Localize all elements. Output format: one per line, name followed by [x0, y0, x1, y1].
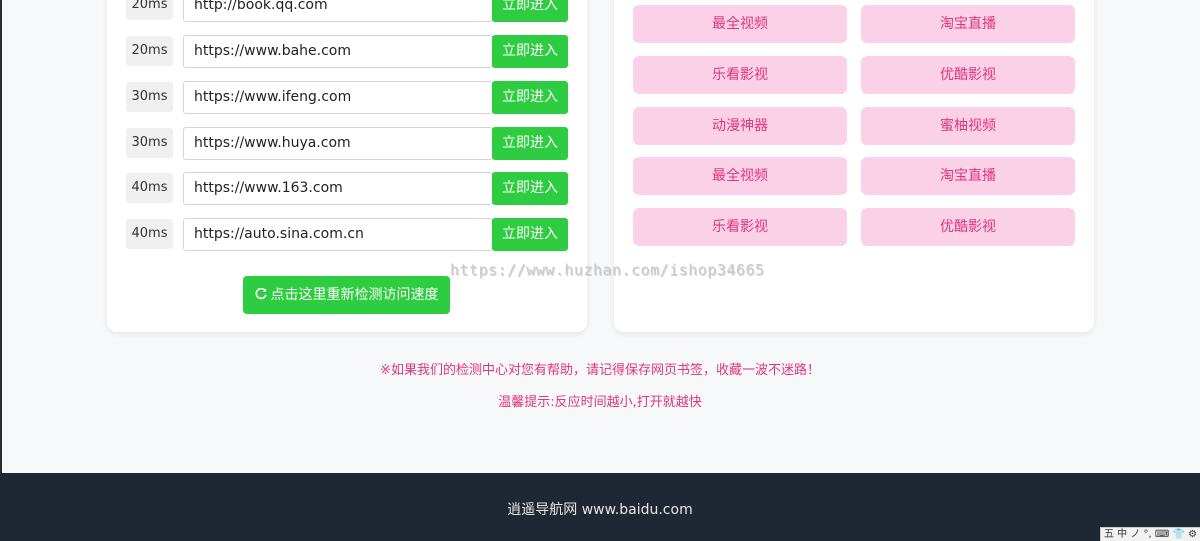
latency-badge: 40ms	[126, 173, 173, 203]
latency-badge: 30ms	[126, 128, 173, 158]
enter-button[interactable]: 立即进入	[492, 81, 568, 114]
recheck-speed-button[interactable]: 点击这里重新检测访问速度	[243, 276, 450, 314]
speed-row: 40ms https://auto.sina.com.cn 立即进入	[126, 218, 568, 251]
speed-row: 30ms https://www.huya.com 立即进入	[126, 127, 568, 160]
speed-row: 30ms https://www.ifeng.com 立即进入	[126, 81, 568, 114]
bookmark-tip: ※如果我们的检测中心对您有帮助，请记得保存网页书签，收藏一波不迷路！	[380, 363, 820, 378]
quick-link-button[interactable]: 淘宝直播	[861, 5, 1075, 43]
refresh-icon	[254, 276, 267, 314]
quick-link-button[interactable]: 最全视频	[633, 5, 847, 43]
latency-badge: 20ms	[126, 0, 173, 20]
watermark-text: https://www.huzhan.com/ishop34665	[450, 261, 765, 279]
quick-link-button[interactable]: 最全视频	[633, 157, 847, 195]
quick-link-button[interactable]: 乐看影视	[633, 208, 847, 246]
url-field[interactable]: http://book.qq.com	[183, 0, 493, 22]
footer: 逍遥导航网 www.baidu.com	[0, 473, 1200, 541]
speed-tip: 温馨提示:反应时间越小,打开就越快	[498, 395, 702, 410]
quick-link-button[interactable]: 淘宝直播	[861, 157, 1075, 195]
recheck-label: 点击这里重新检测访问速度	[270, 287, 439, 303]
url-field[interactable]: https://www.bahe.com	[183, 35, 493, 68]
quick-link-button[interactable]: 乐看影视	[633, 56, 847, 94]
speed-row: 20ms http://book.qq.com 立即进入	[126, 0, 568, 22]
enter-button[interactable]: 立即进入	[492, 218, 568, 251]
enter-button[interactable]: 立即进入	[492, 172, 568, 205]
speed-row: 40ms https://www.163.com 立即进入	[126, 172, 568, 205]
quick-link-button[interactable]: 优酷影视	[861, 208, 1075, 246]
enter-button[interactable]: 立即进入	[492, 35, 568, 68]
url-field[interactable]: https://www.ifeng.com	[183, 81, 493, 114]
url-field[interactable]: https://auto.sina.com.cn	[183, 218, 493, 251]
speed-row: 20ms https://www.bahe.com 立即进入	[126, 35, 568, 68]
footer-text: 逍遥导航网 www.baidu.com	[507, 502, 693, 518]
enter-button[interactable]: 立即进入	[492, 127, 568, 160]
latency-badge: 20ms	[126, 36, 173, 66]
ime-toolbar[interactable]: 五 中 ノ °, ⌨ 👕 ⚙	[1100, 527, 1200, 541]
url-field[interactable]: https://www.huya.com	[183, 127, 493, 160]
url-field[interactable]: https://www.163.com	[183, 172, 493, 205]
latency-badge: 40ms	[126, 219, 173, 249]
enter-button[interactable]: 立即进入	[492, 0, 568, 22]
quick-link-button[interactable]: 蜜柚视频	[861, 107, 1075, 145]
quick-link-button[interactable]: 动漫神器	[633, 107, 847, 145]
latency-badge: 30ms	[126, 82, 173, 112]
quick-link-button[interactable]: 优酷影视	[861, 56, 1075, 94]
